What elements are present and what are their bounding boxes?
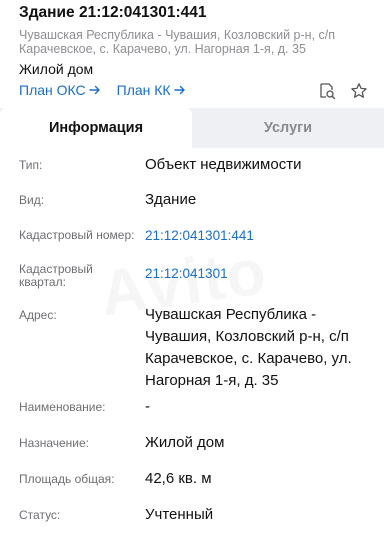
detail-label: Назначение: bbox=[19, 436, 90, 450]
detail-label: Адрес: bbox=[19, 308, 57, 322]
tab-information[interactable]: Информация bbox=[0, 108, 192, 148]
arrow-right-icon bbox=[173, 85, 185, 95]
search-document-icon[interactable] bbox=[318, 82, 336, 100]
plan-kk-label: План КК bbox=[116, 82, 171, 98]
object-kind: Жилой дом bbox=[19, 61, 94, 77]
detail-value: Объект недвижимости bbox=[145, 156, 302, 173]
detail-label: Площадь общая: bbox=[19, 472, 115, 486]
cadastral-number-link[interactable]: 21:12:041301:441 bbox=[145, 225, 375, 247]
plan-kk-link[interactable]: План КК bbox=[117, 82, 186, 98]
detail-label: Кадастровый квартал: bbox=[19, 262, 93, 289]
header-actions bbox=[318, 82, 368, 100]
detail-label: Кадастровый номер: bbox=[19, 228, 135, 242]
page-title: Здание 21:12:041301:441 bbox=[19, 4, 207, 21]
detail-label: Тип: bbox=[19, 158, 43, 172]
plan-links: План ОКС План КК bbox=[19, 82, 186, 98]
detail-value: 42,6 кв. м bbox=[145, 470, 212, 487]
detail-label: Вид: bbox=[19, 193, 45, 207]
arrow-right-icon bbox=[88, 85, 100, 95]
object-address: Чувашская Республика - Чувашия, Козловск… bbox=[19, 28, 336, 56]
tab-services[interactable]: Услуги bbox=[192, 108, 384, 148]
detail-value: Жилой дом bbox=[145, 434, 225, 451]
star-icon[interactable] bbox=[350, 82, 368, 100]
detail-value: Здание bbox=[145, 191, 197, 208]
plan-oks-link[interactable]: План ОКС bbox=[19, 82, 101, 98]
detail-value: - bbox=[145, 398, 150, 415]
plan-oks-label: План ОКС bbox=[19, 82, 86, 98]
detail-label: Наименование: bbox=[19, 400, 106, 414]
object-header: Здание 21:12:041301:441 Чувашская Респуб… bbox=[0, 0, 384, 108]
cadastral-quarter-link[interactable]: 21:12:041301 bbox=[145, 263, 375, 285]
tab-bar: Информация Услуги bbox=[0, 108, 384, 148]
detail-value: Чувашская Республика - Чувашия, Козловск… bbox=[145, 306, 352, 389]
detail-label: Статус: bbox=[19, 508, 61, 522]
detail-value: Учтенный bbox=[145, 506, 214, 523]
